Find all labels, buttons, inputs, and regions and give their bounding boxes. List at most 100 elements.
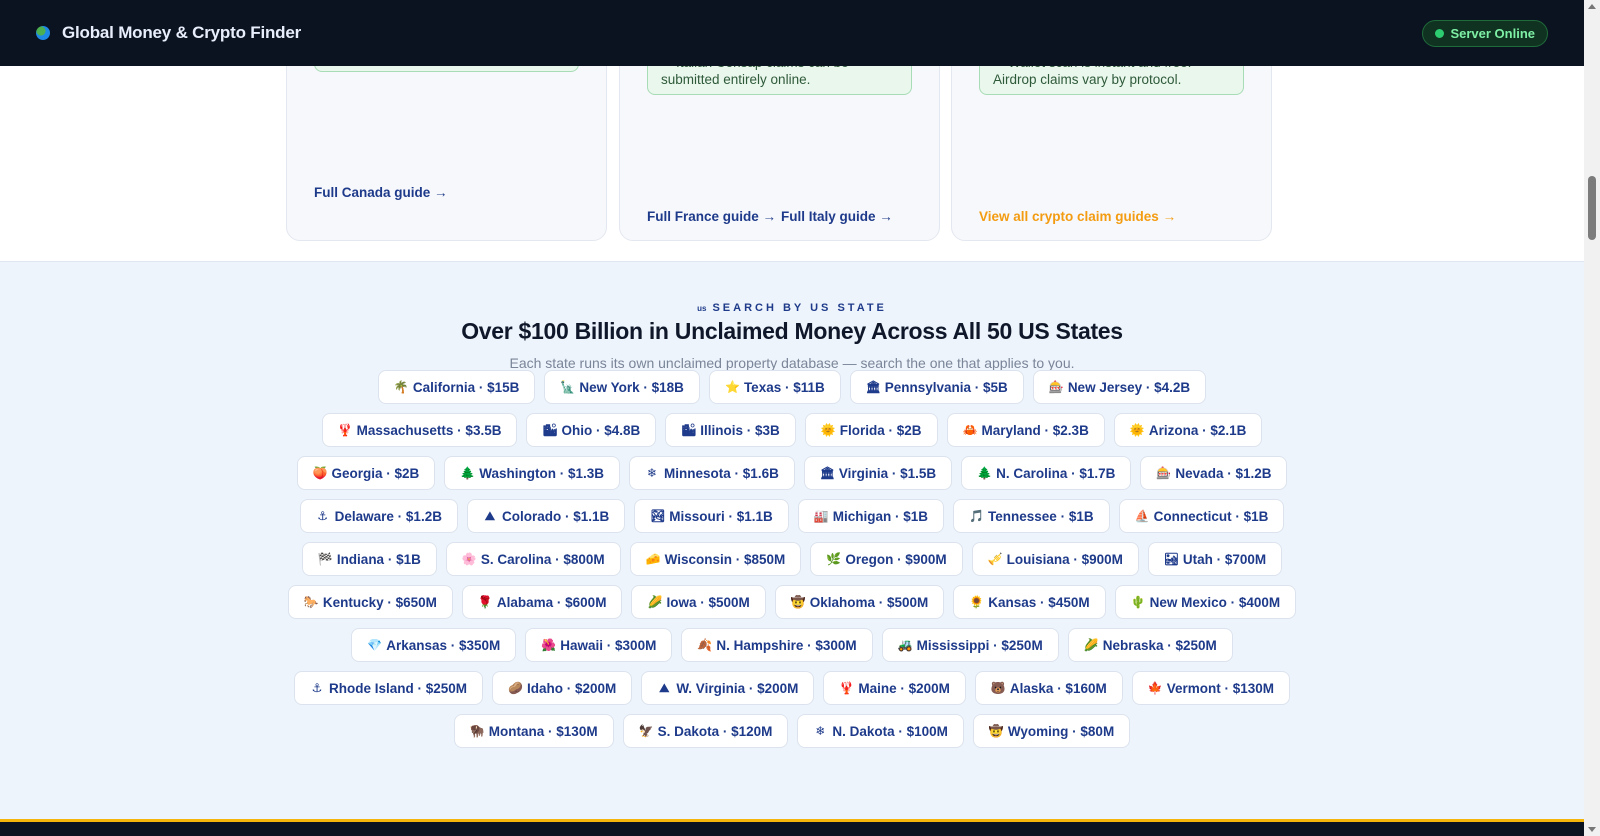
state-chip-label: Wyoming · $80M	[1007, 723, 1115, 739]
state-emoji-icon: 🌹	[477, 595, 493, 609]
state-chip[interactable]: 🌸 S. Carolina · $800M	[445, 542, 621, 576]
state-chip[interactable]: ⚓ Rhode Island · $250M	[293, 671, 484, 705]
state-chip-label: Indiana · $1B	[336, 551, 421, 567]
state-chip[interactable]: 🐻 Alaska · $160M	[974, 671, 1123, 705]
state-chip[interactable]: 🌺 Hawaii · $300M	[525, 628, 673, 662]
eyebrow-label: SEARCH BY US STATE	[712, 302, 887, 314]
state-chip[interactable]: 🍂 N. Hampshire · $300M	[681, 628, 873, 662]
state-chip[interactable]: 🌲 Washington · $1.3B	[444, 456, 621, 490]
state-chip[interactable]: 🍑 Georgia · $2B	[296, 456, 436, 490]
state-chip[interactable]: 🏭 Michigan · $1B	[797, 499, 945, 533]
app-title[interactable]: Global Money & Crypto Finder	[62, 23, 301, 43]
state-chip-label: Alaska · $160M	[1009, 680, 1107, 696]
state-chip[interactable]: ⭐ Texas · $11B	[708, 370, 841, 404]
state-chip-label: New York · $18B	[579, 379, 684, 395]
state-chip[interactable]: 🗽 New York · $18B	[544, 370, 700, 404]
state-chip-label: Louisiana · $900M	[1006, 551, 1123, 567]
state-chip[interactable]: 🎰 Nevada · $1.2B	[1140, 456, 1288, 490]
state-chip[interactable]: 🌵 New Mexico · $400M	[1114, 585, 1297, 619]
state-chip[interactable]: 🎰 New Jersey · $4.2B	[1032, 370, 1207, 404]
state-chip-label: W. Virginia · $200M	[676, 680, 799, 696]
state-chip-label: Iowa · $500M	[666, 594, 750, 610]
state-chip-label: New Mexico · $400M	[1149, 594, 1281, 610]
france-guide-link[interactable]: Full France guide →	[647, 209, 776, 224]
state-chip[interactable]: 🤠 Wyoming · $80M	[972, 714, 1131, 748]
state-chip-label: Mississippi · $250M	[916, 637, 1043, 653]
state-chip[interactable]: 🥔 Idaho · $200M	[492, 671, 633, 705]
state-emoji-icon: ⛵	[1134, 509, 1150, 523]
state-chip[interactable]: 🌻 Kansas · $450M	[953, 585, 1106, 619]
scroll-down-arrow-icon[interactable]	[1588, 827, 1596, 832]
state-emoji-icon: 🌻	[969, 595, 985, 609]
state-chip[interactable]: 🎺 Louisiana · $900M	[971, 542, 1139, 576]
state-emoji-icon: 🏙	[542, 423, 558, 437]
state-chip-label: Vermont · $130M	[1166, 680, 1275, 696]
state-chip[interactable]: ⛰ Colorado · $1.1B	[466, 499, 626, 533]
state-emoji-icon: 🏛	[865, 380, 881, 394]
state-chip-label: Nebraska · $250M	[1102, 637, 1217, 653]
state-chip-label: New Jersey · $4.2B	[1067, 379, 1191, 395]
state-chip-label: S. Dakota · $120M	[657, 723, 773, 739]
state-chip[interactable]: 🦞 Maine · $200M	[823, 671, 966, 705]
state-emoji-icon: 🦅	[638, 724, 654, 738]
state-chip[interactable]: ⚓ Delaware · $1.2B	[299, 499, 458, 533]
crypto-card: ✓ Wallet scan is instant and free. Airdr…	[951, 46, 1272, 241]
state-chip[interactable]: 🦀 Maryland · $2.3B	[946, 413, 1105, 447]
page-scrollbar[interactable]	[1584, 0, 1600, 836]
status-dot-icon	[1435, 28, 1445, 38]
state-chip-label: Oklahoma · $500M	[809, 594, 929, 610]
state-emoji-icon: 🍑	[312, 466, 328, 480]
state-chip[interactable]: ❄ Minnesota · $1.6B	[629, 456, 795, 490]
canada-guide-link[interactable]: Full Canada guide →	[314, 185, 448, 200]
state-chip[interactable]: 🏙 Illinois · $3B	[665, 413, 796, 447]
state-emoji-icon: 🌸	[461, 552, 477, 566]
scroll-up-arrow-icon[interactable]	[1588, 4, 1596, 9]
state-chip[interactable]: 🍁 Vermont · $130M	[1131, 671, 1291, 705]
europe-card: ✓ Italian Consap claims can be submitted…	[619, 46, 940, 241]
state-chip[interactable]: 🏞 Missouri · $1.1B	[634, 499, 789, 533]
state-chip-label: Idaho · $200M	[527, 680, 617, 696]
state-chip[interactable]: 🧀 Wisconsin · $850M	[629, 542, 802, 576]
state-emoji-icon: 🏛	[819, 466, 836, 480]
state-chip[interactable]: 🏛 Pennsylvania · $5B	[849, 370, 1024, 404]
state-chip[interactable]: 💎 Arkansas · $350M	[351, 628, 517, 662]
state-chip[interactable]: 🐎 Kentucky · $650M	[287, 585, 453, 619]
state-chip[interactable]: 🌹 Alabama · $600M	[461, 585, 623, 619]
state-chip[interactable]: 🏁 Indiana · $1B	[301, 542, 437, 576]
state-chip[interactable]: 🏛 Virginia · $1.5B	[803, 456, 953, 490]
state-chip[interactable]: 🦞 Massachusetts · $3.5B	[321, 413, 518, 447]
state-chip[interactable]: 🦅 S. Dakota · $120M	[622, 714, 789, 748]
state-chip[interactable]: 🦬 Montana · $130M	[453, 714, 614, 748]
us-states-section: us SEARCH BY US STATE Over $100 Billion i…	[0, 261, 1584, 822]
state-emoji-icon: ❄	[815, 724, 826, 738]
state-emoji-icon: 🎰	[1048, 380, 1064, 394]
state-emoji-icon: 🤠	[790, 595, 806, 609]
state-chip[interactable]: 🌲 N. Carolina · $1.7B	[961, 456, 1132, 490]
state-chip[interactable]: ❄ N. Dakota · $100M	[797, 714, 964, 748]
state-chip[interactable]: 🎵 Tennessee · $1B	[953, 499, 1110, 533]
crypto-guides-link[interactable]: View all crypto claim guides →	[979, 209, 1176, 224]
scroll-thumb[interactable]	[1588, 176, 1596, 240]
globe-icon	[36, 26, 50, 40]
state-chip-label: Minnesota · $1.6B	[664, 465, 779, 481]
state-emoji-icon: 🤠	[988, 724, 1004, 738]
state-chip[interactable]: 🏙 Ohio · $4.8B	[526, 413, 657, 447]
state-chip[interactable]: 🌴 California · $15B	[377, 370, 536, 404]
state-chip[interactable]: 🌽 Nebraska · $250M	[1067, 628, 1233, 662]
state-chip[interactable]: 🌞 Florida · $2B	[804, 413, 938, 447]
state-chip-label: Alabama · $600M	[496, 594, 607, 610]
state-chip[interactable]: ⛰ W. Virginia · $200M	[641, 671, 815, 705]
state-chip[interactable]: 🤠 Oklahoma · $500M	[774, 585, 945, 619]
state-emoji-icon: 🏜	[1163, 552, 1180, 566]
canada-card: allow 3–6 months for processing. Full Ca…	[286, 41, 607, 241]
state-chip[interactable]: 🌿 Oregon · $900M	[810, 542, 963, 576]
state-chip[interactable]: 🏜 Utah · $700M	[1147, 542, 1283, 576]
state-chip[interactable]: 🌽 Iowa · $500M	[631, 585, 766, 619]
state-emoji-icon: 🌵	[1130, 595, 1146, 609]
state-emoji-icon: 🏞	[650, 509, 666, 523]
state-chip[interactable]: 🌞 Arizona · $2.1B	[1113, 413, 1263, 447]
state-chip[interactable]: 🚜 Mississippi · $250M	[881, 628, 1059, 662]
italy-guide-link[interactable]: Full Italy guide →	[781, 209, 893, 224]
state-emoji-icon: 🌴	[393, 380, 409, 394]
state-chip[interactable]: ⛵ Connecticut · $1B	[1118, 499, 1285, 533]
